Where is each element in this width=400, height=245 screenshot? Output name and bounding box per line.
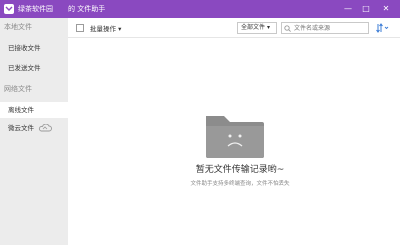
- sidebar-item-label: 离线文件: [8, 106, 34, 114]
- section-network-files: 网络文件: [4, 85, 32, 93]
- app-title: 绿茶软件园: [18, 5, 53, 13]
- close-button[interactable]: ✕: [380, 3, 392, 15]
- caret-down-icon: ▾: [266, 24, 270, 31]
- search-icon: [284, 25, 291, 32]
- empty-state-title: 暂无文件传输记录哟~: [195, 165, 285, 175]
- select-all-checkbox[interactable]: [76, 24, 84, 32]
- sidebar-item-offline[interactable]: 离线文件: [0, 102, 68, 118]
- sort-icon[interactable]: [376, 23, 390, 33]
- search-input[interactable]: [281, 22, 369, 34]
- empty-state-subtitle: 文件助手支持多终端查询，文件不怕丢失: [190, 181, 290, 187]
- sidebar-item-weiyun[interactable]: 微云文件: [0, 120, 68, 136]
- sidebar: 本地文件 已接收文件 已发送文件 网络文件 离线文件 微云文件: [0, 18, 68, 245]
- toolbar: 批量操作 ▾ 全部文件 ▾: [68, 18, 400, 38]
- cloud-icon: [38, 124, 52, 132]
- app-logo-icon: [4, 4, 14, 14]
- section-local-files: 本地文件: [4, 23, 32, 31]
- title-bar: 绿茶软件园 的 文件助手 — □ ✕: [0, 0, 400, 18]
- sidebar-item-received[interactable]: 已接收文件: [0, 40, 68, 56]
- sidebar-item-label: 微云文件: [8, 124, 34, 132]
- empty-folder-icon: [206, 116, 264, 158]
- caret-down-icon: ▾: [118, 25, 122, 33]
- batch-operations-label: 批量操作: [90, 25, 116, 33]
- minimize-button[interactable]: —: [342, 3, 354, 15]
- file-type-filter[interactable]: 全部文件 ▾: [237, 22, 277, 34]
- maximize-button[interactable]: □: [360, 3, 372, 15]
- sidebar-item-sent[interactable]: 已发送文件: [0, 60, 68, 76]
- file-type-filter-value: 全部文件: [241, 24, 266, 31]
- sidebar-item-label: 已接收文件: [8, 44, 41, 52]
- batch-operations-dropdown[interactable]: 批量操作 ▾: [90, 23, 121, 33]
- sidebar-item-label: 已发送文件: [8, 64, 41, 72]
- window-title: 的 文件助手: [68, 5, 106, 13]
